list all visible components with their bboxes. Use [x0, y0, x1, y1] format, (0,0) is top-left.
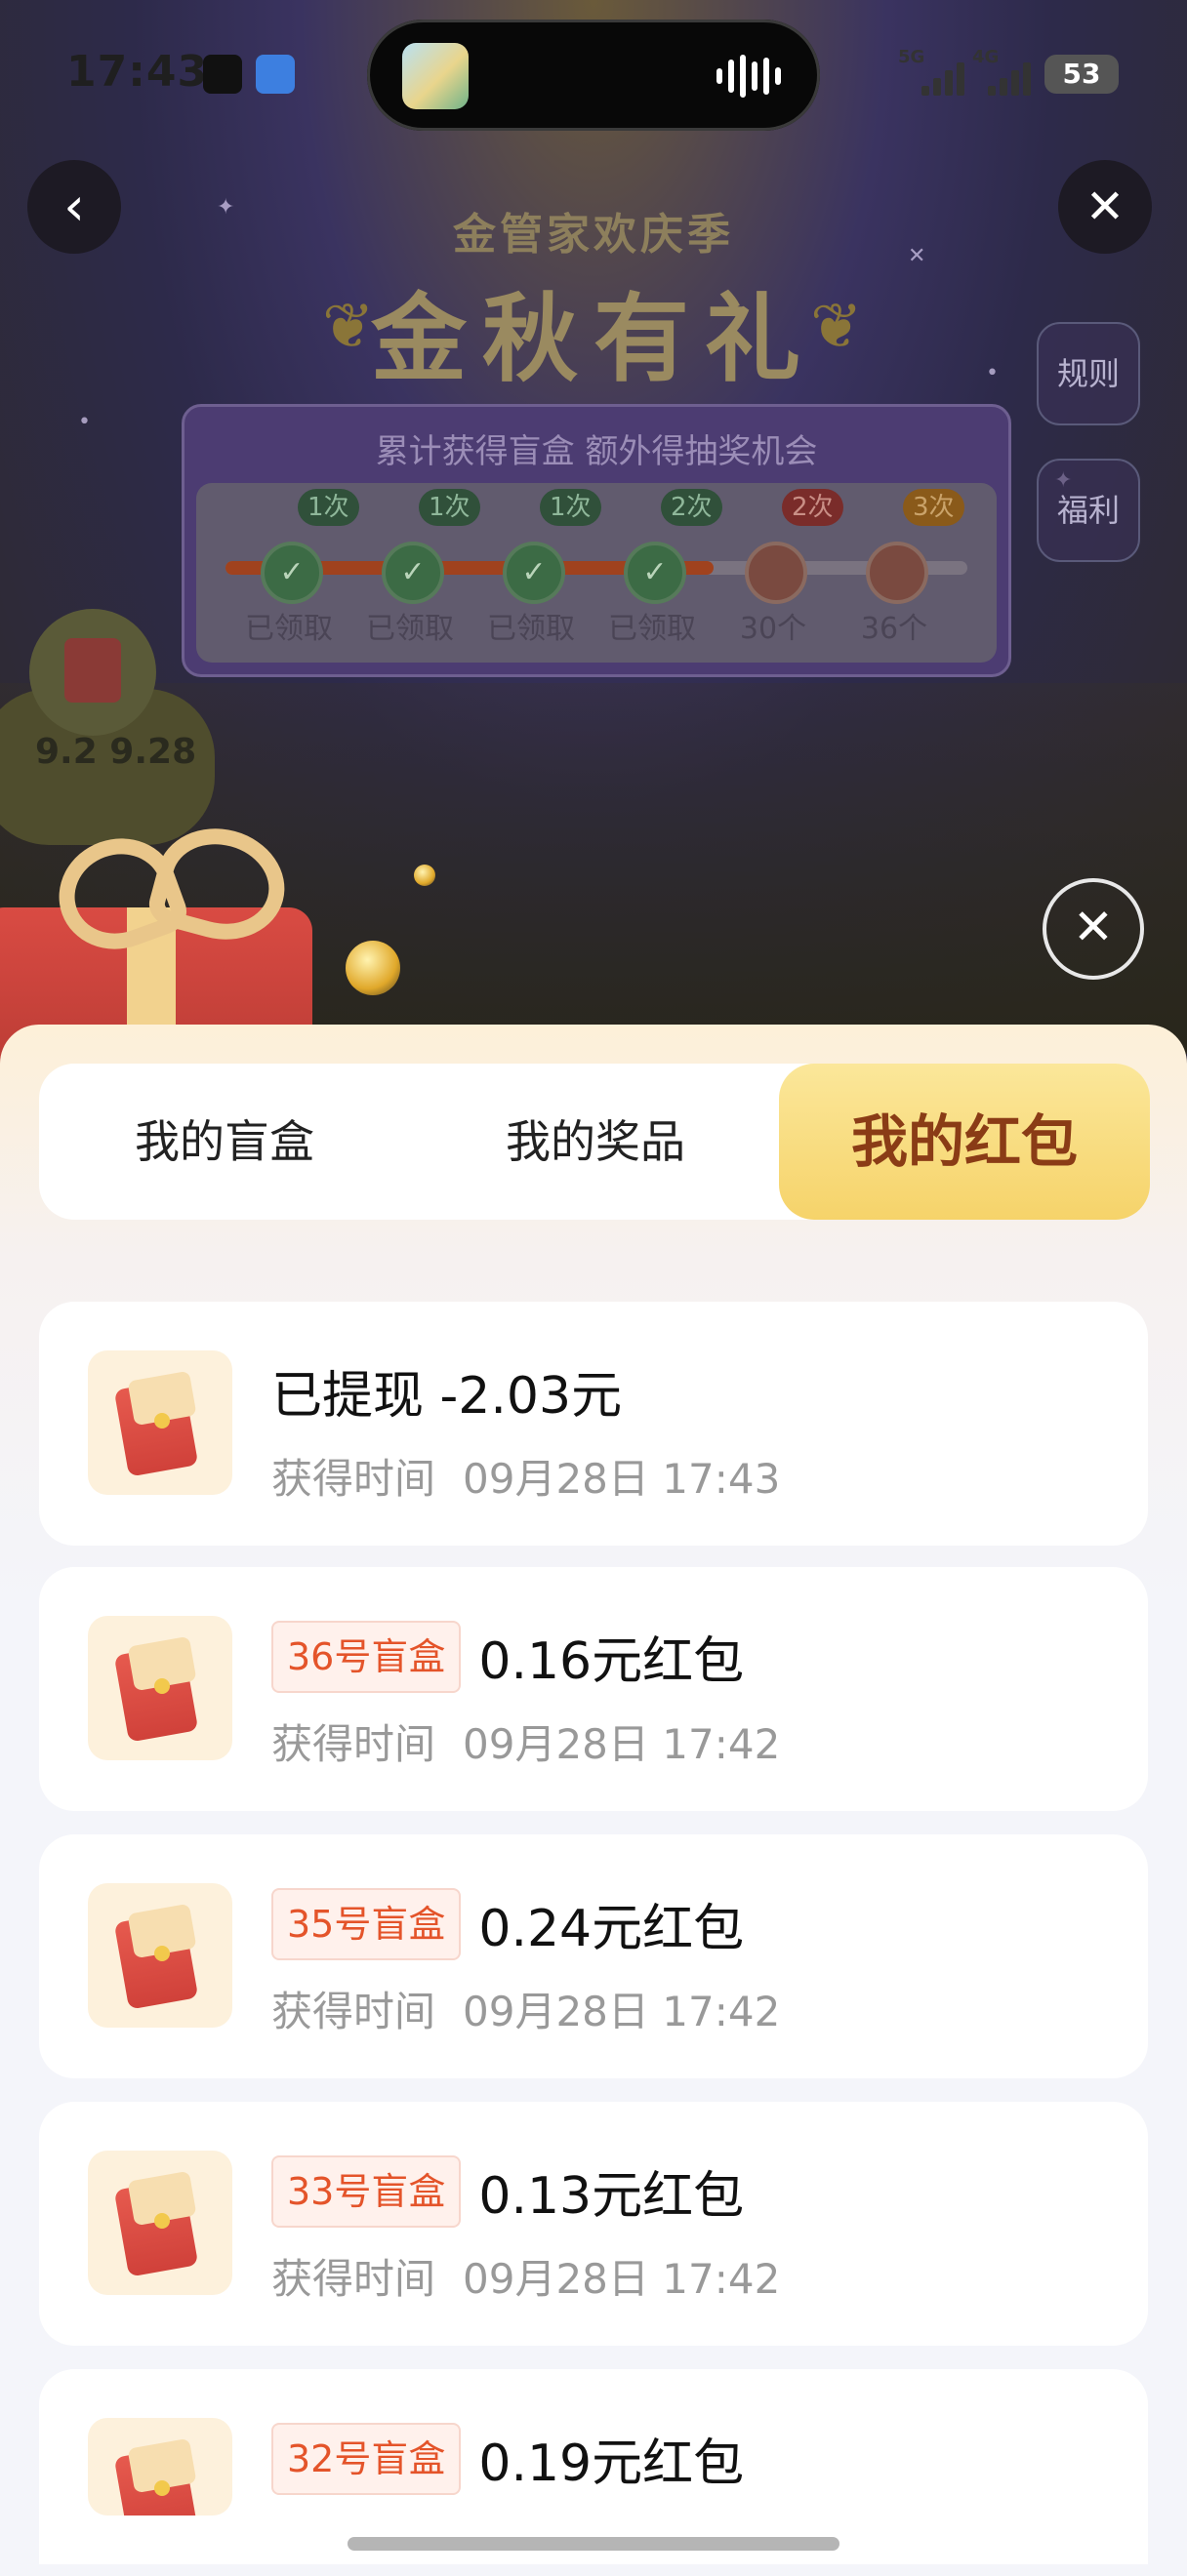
milestone-badge: 1次	[419, 489, 480, 526]
rules-button[interactable]: 规则	[1037, 322, 1140, 425]
milestone-badge: 2次	[661, 489, 722, 526]
record-title: 0.24元红包	[478, 1900, 745, 1958]
record-title: 已提现 -2.03元	[271, 1367, 623, 1426]
gold-coin-decoration	[346, 941, 400, 995]
blindbox-tag: 32号盲盒	[271, 2422, 462, 2495]
red-envelope-float-button[interactable]	[29, 609, 156, 736]
milestone-label: 已领取	[366, 612, 454, 646]
status-time: 17:43	[66, 47, 209, 97]
battery-indicator: 53	[1044, 55, 1119, 94]
dynamic-island	[367, 20, 820, 131]
close-sheet-button[interactable]: ✕	[1043, 878, 1144, 980]
record-time-label: 获得时间	[271, 1720, 436, 1768]
milestone-badge: 3次	[903, 489, 964, 526]
red-envelope-icon	[88, 2151, 232, 2295]
status-bar: 17:43 5G 4G 53	[0, 0, 1187, 146]
signal-bars-icon	[921, 59, 964, 96]
music-app-icon	[203, 55, 242, 94]
blindbox-progress-panel: 累计获得盲盒 额外得抽奖机会 1次 已领取 1次 已领取 1次 已领取 2次 已…	[182, 404, 1011, 677]
laurel-right-icon: ❦	[810, 291, 863, 363]
record-time-label: 获得时间	[271, 1455, 436, 1503]
progress-track-area: 1次 已领取 1次 已领取 1次 已领取 2次 已领取 2次 30个 3次 36…	[196, 483, 997, 663]
tab-my-prizes[interactable]: 我的奖品	[410, 1064, 781, 1220]
tab-my-red-packets[interactable]: 我的红包	[779, 1064, 1150, 1220]
record-time: 09月28日 17:43	[463, 1455, 781, 1503]
gold-coin-decoration	[414, 865, 435, 886]
milestone-check-icon	[503, 542, 565, 604]
progress-title: 累计获得盲盒 额外得抽奖机会	[375, 432, 818, 471]
milestone-badge: 2次	[782, 489, 843, 526]
media-thumbnail-icon	[402, 43, 469, 109]
record-title: 0.13元红包	[478, 2167, 745, 2226]
red-envelope-icon	[88, 2418, 232, 2516]
red-envelope-icon	[88, 1883, 232, 2028]
milestone-label: 已领取	[245, 612, 333, 646]
record-card: 36号盲盒 0.16元红包 获得时间 09月28日 17:42	[39, 1567, 1148, 1811]
record-time-label: 获得时间	[271, 2255, 436, 2303]
rewards-bottom-sheet: 我的盲盒 我的奖品 我的红包 已提现 -2.03元 获得时间 09月28日 17:…	[0, 1025, 1187, 2576]
record-time: 09月28日 17:42	[463, 1720, 781, 1768]
milestone-label: 36个	[860, 612, 928, 646]
red-envelope-icon	[64, 638, 121, 703]
red-envelope-icon	[88, 1350, 232, 1495]
milestone-check-icon	[624, 542, 686, 604]
milestone-label: 30个	[739, 612, 807, 646]
record-title: 0.19元红包	[478, 2435, 745, 2493]
blindbox-tag: 33号盲盒	[271, 2154, 462, 2228]
float-widget-date: 9.2 9.28	[35, 732, 197, 772]
milestone-label: 已领取	[608, 612, 696, 646]
audio-wave-icon	[716, 55, 781, 98]
record-time-label: 获得时间	[271, 1988, 436, 2035]
milestone-check-icon	[261, 542, 323, 604]
sheet-tabs: 我的盲盒 我的奖品 我的红包	[39, 1064, 1150, 1220]
signal-bars-icon	[988, 59, 1031, 96]
record-card: 已提现 -2.03元 获得时间 09月28日 17:43	[39, 1302, 1148, 1546]
red-envelope-icon	[88, 1616, 232, 1760]
campaign-title: 金秋有礼	[370, 284, 816, 395]
tab-my-blindbox[interactable]: 我的盲盒	[39, 1064, 410, 1220]
milestone-gift-icon	[745, 542, 807, 604]
record-card: 35号盲盒 0.24元红包 获得时间 09月28日 17:42	[39, 1834, 1148, 2078]
star-decoration: •	[78, 410, 91, 434]
record-card: 32号盲盒 0.19元红包	[39, 2369, 1148, 2564]
progress-track	[225, 561, 967, 575]
campaign-subtitle: 金管家欢庆季	[453, 210, 734, 260]
milestone-badge: 1次	[540, 489, 601, 526]
blindbox-tag: 35号盲盒	[271, 1887, 462, 1960]
record-title: 0.16元红包	[478, 1632, 745, 1691]
record-time: 09月28日 17:42	[463, 1988, 781, 2035]
milestone-check-icon	[382, 542, 444, 604]
record-card: 33号盲盒 0.13元红包 获得时间 09月28日 17:42	[39, 2102, 1148, 2346]
notes-app-icon	[256, 55, 295, 94]
blindbox-tag: 36号盲盒	[271, 1620, 462, 1693]
milestone-gift-icon	[866, 542, 928, 604]
milestone-badge: 1次	[298, 489, 359, 526]
record-time: 09月28日 17:42	[463, 2255, 781, 2303]
welfare-button[interactable]: 福利	[1037, 459, 1140, 562]
home-indicator[interactable]	[348, 2537, 839, 2551]
milestone-label: 已领取	[487, 612, 575, 646]
